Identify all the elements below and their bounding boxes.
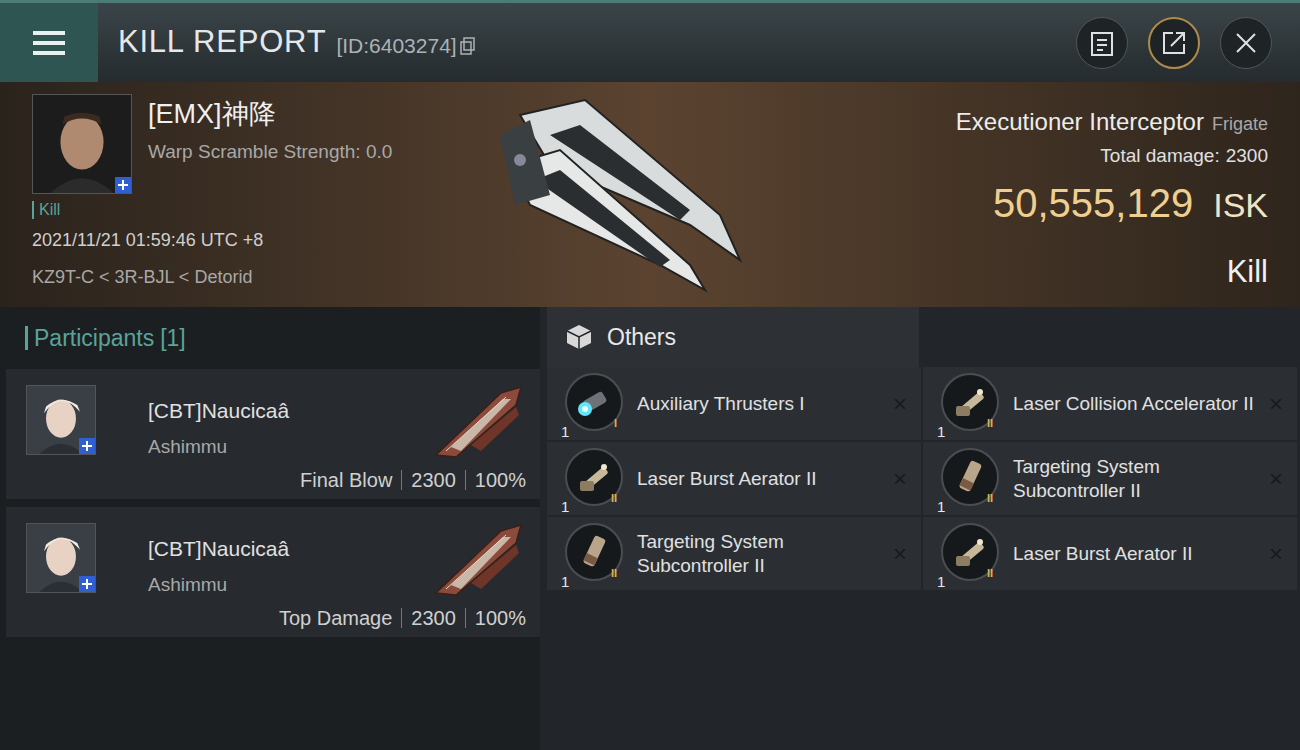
ship-class: Frigate [1212, 111, 1268, 138]
module-remove[interactable]: × [1269, 461, 1283, 497]
module-item[interactable]: II 1 Targeting System Subcontroller II × [547, 517, 921, 590]
laser-turret-icon [950, 532, 990, 572]
module-item[interactable]: II 1 Targeting System Subcontroller II × [923, 442, 1297, 515]
participant-damage: 2300 [411, 603, 456, 633]
plus-badge-icon [79, 576, 95, 592]
kill-banner: [EMX]神降 Warp Scramble Strength: 0.0 Kill 20… [0, 82, 1300, 307]
module-quantity: 1 [937, 574, 945, 589]
close-icon [1234, 31, 1258, 55]
module-quantity: 1 [561, 499, 569, 514]
module-name: Auxiliary Thrusters I [637, 392, 879, 416]
title: KILL REPORT [118, 19, 326, 66]
pilot-portrait[interactable] [26, 523, 96, 593]
pilot-portrait[interactable] [32, 94, 132, 194]
notes-button[interactable] [1076, 17, 1128, 69]
module-remove[interactable]: × [893, 461, 907, 497]
warp-scramble: Warp Scramble Strength: 0.0 [148, 138, 392, 167]
participant-role: Final Blow [300, 465, 392, 495]
kill-time: 2021/11/21 01:59:46 UTC +8 [32, 227, 490, 254]
ship-name: Executioner Interceptor [956, 104, 1204, 140]
participants-panel: Participants[1] [CBT]Naucicaâ Ashimmu Final… [0, 307, 540, 750]
box-icon [565, 323, 593, 351]
module-remove[interactable]: × [1269, 536, 1283, 572]
module-tier: II [611, 493, 617, 504]
title-bar: KILL REPORT [ID:6403274] [0, 0, 1300, 82]
thruster-icon [574, 382, 614, 422]
close-button[interactable] [1220, 17, 1272, 69]
participant-card[interactable]: [CBT]Naucicaâ Ashimmu Final Blow 2300 100% [6, 369, 540, 499]
module-name: Targeting System Subcontroller II [637, 530, 879, 578]
module-item[interactable]: II 1 Laser Burst Aerator II × [547, 442, 921, 515]
module-name: Targeting System Subcontroller II [1013, 455, 1255, 503]
victim-ship-icon [490, 95, 750, 295]
module-remove[interactable]: × [1269, 386, 1283, 422]
module-remove[interactable]: × [893, 386, 907, 422]
participant-ship: Ashimmu [148, 433, 289, 462]
participant-share: 100% [475, 465, 526, 495]
module-name: Laser Burst Aerator II [637, 467, 879, 491]
clipboard-icon [1090, 29, 1114, 57]
kill-location: KZ9T-C < 3R-BJL < Detorid [32, 264, 490, 291]
currency: ISK [1213, 180, 1268, 231]
copy-icon[interactable] [460, 37, 476, 55]
participant-damage: 2300 [411, 465, 456, 495]
laser-turret-icon [574, 457, 614, 497]
report-id: [ID:6403274] [336, 30, 456, 62]
ship-value: 50,555,129 [993, 173, 1193, 233]
module-tier: II [987, 493, 993, 504]
participant-ship: Ashimmu [148, 571, 289, 600]
module-tier: I [614, 418, 617, 429]
attacker-ship-icon [431, 523, 526, 598]
module-tier: II [987, 568, 993, 579]
kill-tag: Kill [32, 201, 60, 219]
menu-button[interactable] [0, 3, 98, 82]
pilot-portrait[interactable] [26, 385, 96, 455]
menu-icon [31, 29, 67, 57]
targeting-module-icon [574, 532, 614, 572]
targeting-module-icon [950, 457, 990, 497]
attacker-ship-icon [431, 385, 526, 460]
module-tier: II [987, 418, 993, 429]
participant-role: Top Damage [279, 603, 392, 633]
module-name: Laser Collision Accelerator II [1013, 392, 1255, 416]
participant-card[interactable]: [CBT]Naucicaâ Ashimmu Top Damage 2300 100% [6, 507, 540, 637]
module-tier: II [611, 568, 617, 579]
laser-turret-icon [950, 382, 990, 422]
plus-badge-icon [79, 438, 95, 454]
damage-label: Total damage: [1100, 142, 1219, 171]
others-panel: Others I 1 Auxiliary Thrusters I × II 1 Laser C… [540, 307, 1300, 750]
module-quantity: 1 [561, 424, 569, 439]
share-button[interactable] [1148, 17, 1200, 69]
participant-name: [CBT]Naucicaâ [148, 533, 289, 565]
participants-header: Participants[1] [0, 307, 540, 369]
participant-share: 100% [475, 603, 526, 633]
module-quantity: 1 [937, 499, 945, 514]
module-quantity: 1 [937, 424, 945, 439]
module-item[interactable]: I 1 Auxiliary Thrusters I × [547, 367, 921, 440]
total-damage: 2300 [1226, 142, 1268, 171]
kill-report-screen: KILL REPORT [ID:6403274] [EMX]神降 Warp Scram… [0, 0, 1300, 750]
others-header: Others [547, 307, 919, 367]
module-item[interactable]: II 1 Laser Collision Accelerator II × [923, 367, 1297, 440]
module-remove[interactable]: × [893, 536, 907, 572]
victim-name[interactable]: [EMX]神降 [148, 98, 392, 130]
result: Kill [1227, 249, 1268, 296]
participant-name: [CBT]Naucicaâ [148, 395, 289, 427]
module-quantity: 1 [561, 574, 569, 589]
plus-badge-icon [115, 177, 131, 193]
module-item[interactable]: II 1 Laser Burst Aerator II × [923, 517, 1297, 590]
share-icon [1161, 30, 1187, 56]
module-name: Laser Burst Aerator II [1013, 542, 1255, 566]
